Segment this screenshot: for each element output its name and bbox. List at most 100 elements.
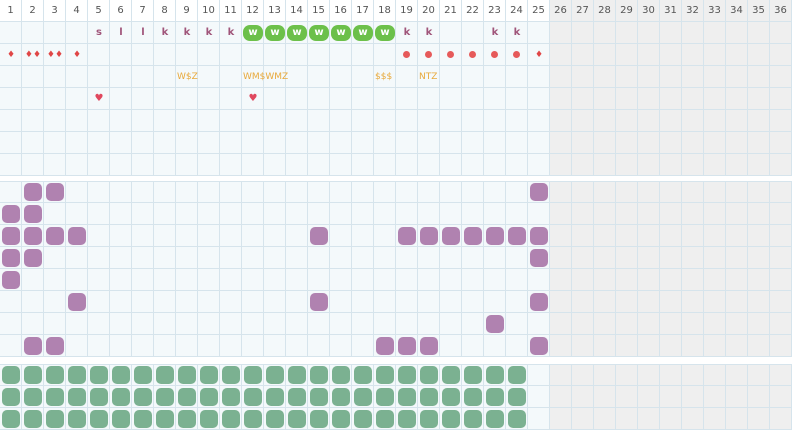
middle-section-cell[interactable] — [440, 335, 462, 357]
top-section-cell[interactable] — [110, 110, 132, 132]
top-section-cell[interactable] — [616, 154, 638, 176]
top-section-cell[interactable] — [352, 154, 374, 176]
middle-section-cell[interactable] — [440, 247, 462, 269]
purple-block[interactable] — [68, 293, 86, 311]
top-section-cell[interactable] — [660, 88, 682, 110]
purple-block[interactable] — [486, 227, 504, 245]
bottom-section-cell[interactable] — [638, 408, 660, 430]
middle-section-cell[interactable] — [286, 335, 308, 357]
column-header-30[interactable]: 30 — [638, 0, 660, 22]
top-section-cell[interactable] — [132, 66, 154, 88]
top-section-cell[interactable] — [0, 66, 22, 88]
top-section-cell[interactable] — [660, 154, 682, 176]
bottom-section-cell[interactable] — [638, 364, 660, 386]
middle-section-cell[interactable] — [154, 269, 176, 291]
bottom-section-cell[interactable] — [682, 386, 704, 408]
middle-section-cell[interactable] — [44, 269, 66, 291]
top-section-cell[interactable] — [22, 154, 44, 176]
middle-section-cell[interactable] — [374, 291, 396, 313]
top-section-cell[interactable] — [484, 66, 506, 88]
top-section-cell[interactable] — [352, 132, 374, 154]
middle-section-cell[interactable] — [440, 291, 462, 313]
bottom-section-cell[interactable] — [682, 408, 704, 430]
middle-section-cell[interactable] — [770, 291, 792, 313]
middle-section-cell[interactable] — [308, 181, 330, 203]
top-section-cell[interactable] — [330, 44, 352, 66]
top-section-cell[interactable] — [418, 110, 440, 132]
top-section-cell[interactable] — [132, 132, 154, 154]
top-section-cell[interactable] — [286, 88, 308, 110]
middle-section-cell[interactable] — [264, 181, 286, 203]
middle-section-cell[interactable] — [176, 181, 198, 203]
top-section-cell[interactable] — [286, 132, 308, 154]
purple-block[interactable] — [24, 183, 42, 201]
top-section-cell[interactable] — [726, 22, 748, 44]
middle-section-cell[interactable] — [770, 247, 792, 269]
green-block[interactable] — [24, 388, 42, 406]
top-section-cell[interactable] — [374, 132, 396, 154]
middle-section-cell[interactable] — [22, 313, 44, 335]
top-section-cell[interactable] — [770, 154, 792, 176]
green-block[interactable] — [442, 388, 460, 406]
top-section-cell[interactable] — [550, 44, 572, 66]
top-section-cell[interactable] — [264, 110, 286, 132]
middle-section-cell[interactable] — [572, 335, 594, 357]
middle-section-cell[interactable] — [660, 313, 682, 335]
top-section-cell[interactable] — [572, 132, 594, 154]
column-header-22[interactable]: 22 — [462, 0, 484, 22]
top-section-cell[interactable] — [594, 44, 616, 66]
middle-section-cell[interactable] — [440, 313, 462, 335]
middle-section-cell[interactable] — [484, 291, 506, 313]
middle-section-cell[interactable] — [154, 313, 176, 335]
top-section-cell[interactable] — [550, 110, 572, 132]
middle-section-cell[interactable] — [132, 203, 154, 225]
middle-section-cell[interactable] — [154, 335, 176, 357]
green-block[interactable] — [2, 388, 20, 406]
green-block[interactable] — [464, 366, 482, 384]
middle-section-cell[interactable] — [748, 291, 770, 313]
purple-block[interactable] — [530, 227, 548, 245]
middle-section-cell[interactable] — [242, 225, 264, 247]
top-section-cell[interactable] — [330, 88, 352, 110]
green-block[interactable] — [420, 366, 438, 384]
bottom-section-cell[interactable] — [770, 386, 792, 408]
middle-section-cell[interactable] — [264, 203, 286, 225]
top-section-cell[interactable] — [0, 110, 22, 132]
top-section-cell[interactable] — [396, 154, 418, 176]
top-section-cell[interactable] — [660, 22, 682, 44]
top-section-cell[interactable] — [704, 22, 726, 44]
top-section-cell[interactable] — [396, 88, 418, 110]
middle-section-cell[interactable] — [506, 269, 528, 291]
bottom-section-cell[interactable] — [770, 364, 792, 386]
middle-section-cell[interactable] — [286, 247, 308, 269]
top-section-cell[interactable] — [616, 22, 638, 44]
top-section-cell[interactable] — [220, 110, 242, 132]
middle-section-cell[interactable] — [748, 247, 770, 269]
middle-section-cell[interactable] — [220, 291, 242, 313]
top-section-cell[interactable] — [726, 44, 748, 66]
green-block[interactable] — [156, 388, 174, 406]
bottom-section-cell[interactable] — [770, 408, 792, 430]
middle-section-cell[interactable] — [242, 291, 264, 313]
middle-section-cell[interactable] — [154, 181, 176, 203]
top-section-cell[interactable] — [88, 154, 110, 176]
column-header-16[interactable]: 16 — [330, 0, 352, 22]
top-section-cell[interactable] — [242, 110, 264, 132]
top-section-cell[interactable] — [440, 110, 462, 132]
green-block[interactable] — [266, 366, 284, 384]
top-section-cell[interactable] — [110, 132, 132, 154]
middle-section-cell[interactable] — [220, 335, 242, 357]
middle-section-cell[interactable] — [154, 203, 176, 225]
bottom-section-cell[interactable] — [528, 408, 550, 430]
top-section-cell[interactable] — [528, 110, 550, 132]
middle-section-cell[interactable] — [550, 225, 572, 247]
middle-section-cell[interactable] — [154, 225, 176, 247]
middle-section-cell[interactable] — [352, 269, 374, 291]
top-section-cell[interactable] — [22, 88, 44, 110]
top-section-cell[interactable] — [198, 154, 220, 176]
bottom-section-cell[interactable] — [572, 386, 594, 408]
green-block[interactable] — [244, 388, 262, 406]
top-section-cell[interactable] — [198, 88, 220, 110]
middle-section-cell[interactable] — [704, 291, 726, 313]
middle-section-cell[interactable] — [682, 181, 704, 203]
